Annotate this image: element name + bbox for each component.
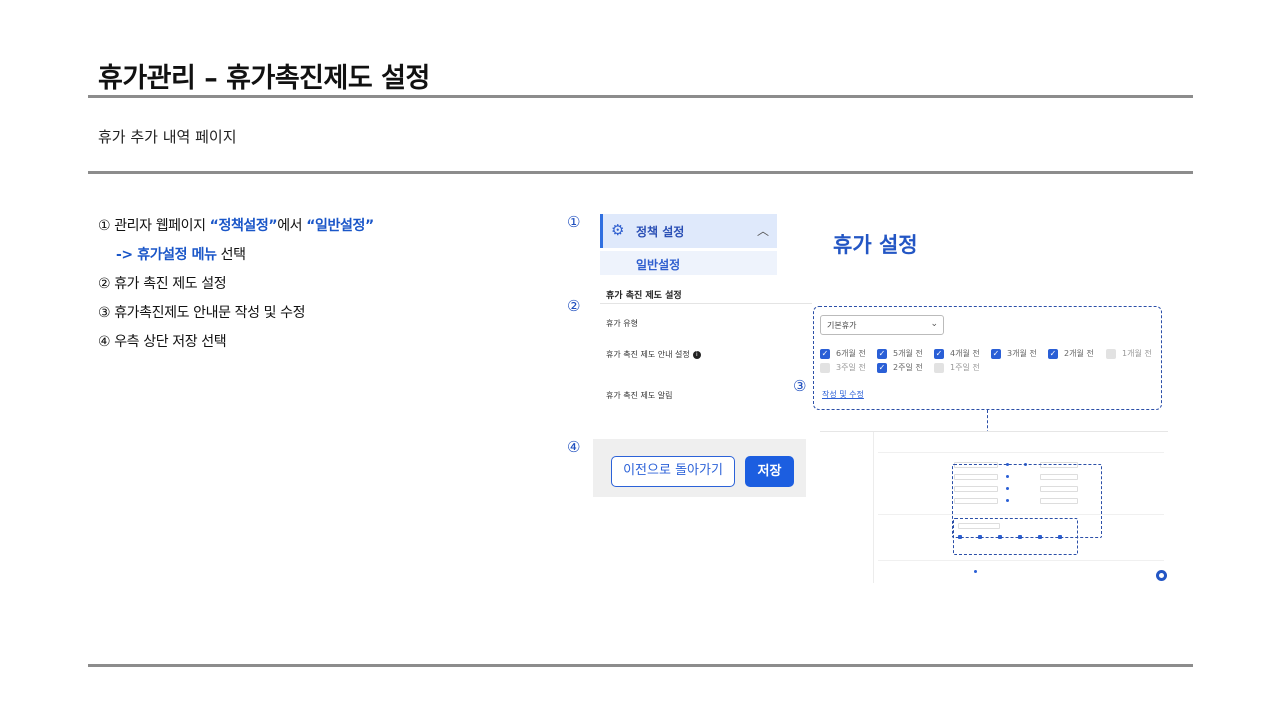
guide-setting-text: 휴가 촉진 제도 안내 설정 [606,350,690,359]
page-title: 휴가관리 – 휴가촉진제도 설정 [98,63,430,94]
notice-checkbox-label: 4개월 전 [950,349,980,358]
divider-top [88,95,1193,98]
notice-checkbox[interactable]: ✓ 3개월 전 [991,348,1037,359]
checkbox-unchecked-icon [1106,348,1116,359]
info-icon[interactable]: i [692,350,701,359]
menu-general-settings[interactable]: 일반설정 [600,251,777,275]
divider-bottom [88,664,1193,667]
leave-type-label: 휴가 유형 [606,319,638,328]
notice-checkbox-label: 2개월 전 [1064,349,1094,358]
notice-checkbox[interactable]: ✓ 2개월 전 [1048,348,1094,359]
step-3: ③ 휴가촉진제도 안내문 작성 및 수정 [98,305,306,321]
guide-setting-label: 휴가 촉진 제도 안내 설정 i [606,349,701,360]
section-divider [600,303,812,304]
checkbox-checked-icon: ✓ [1048,348,1058,359]
divider-middle [88,171,1193,174]
step-1-policy: “정책설정” [209,218,278,234]
mini-divider [878,452,1164,453]
notice-checkbox-label: 5개월 전 [893,349,923,358]
chevron-down-icon: ⌄ [930,319,938,329]
menu-policy-label: 정책 설정 [636,225,685,239]
mini-highlight-box [953,518,1078,555]
notice-checkbox[interactable]: 1개월 전 [1106,348,1152,359]
step-4: ④ 우측 상단 저장 선택 [98,334,227,350]
step-1-menu: -> 휴가설정 메뉴 [116,247,217,263]
checkbox-checked-icon: ✓ [991,348,1001,359]
step-1-general: “일반설정” [306,218,374,234]
mini-page-preview [820,431,1168,583]
step-1-prefix: ① 관리자 웹페이지 [98,218,210,234]
step-1: ① 관리자 웹페이지 “정책설정”에서 “일반설정” [98,212,374,241]
checkbox-unchecked-icon [934,362,944,373]
notice-checkbox[interactable]: 1주일 전 [934,362,980,373]
notice-checkbox-label: 3주일 전 [836,363,866,372]
page-subtitle: 휴가 추가 내역 페이지 [98,128,237,146]
menu-general-label: 일반설정 [636,258,681,272]
notice-checkbox[interactable]: ✓ 6개월 전 [820,348,866,359]
leave-type-select[interactable]: 기본휴가 ⌄ [820,315,944,335]
notice-label: 휴가 촉진 제도 알림 [606,391,673,400]
marker-2: ② [567,297,581,315]
mini-sidebar [820,432,874,583]
mini-radio [974,570,977,573]
panel-title: 휴가 설정 [833,233,918,257]
step-1-suffix: 선택 [216,247,246,263]
chat-icon[interactable] [1156,570,1167,581]
section-title: 휴가 촉진 제도 설정 [606,291,682,301]
notice-checkbox[interactable]: ✓ 2주일 전 [877,362,923,373]
step-2: ② 휴가 촉진 제도 설정 [98,276,227,292]
marker-3: ③ [793,377,807,395]
back-button[interactable]: 이전으로 돌아가기 [611,456,735,487]
checkbox-unchecked-icon [820,362,830,373]
checkbox-checked-icon: ✓ [877,362,887,373]
checkbox-checked-icon: ✓ [820,348,830,359]
marker-4: ④ [567,438,581,456]
notice-checkbox[interactable]: 3주일 전 [820,362,866,373]
notice-checkbox-label: 3개월 전 [1007,349,1037,358]
step-1-mid: 에서 [277,218,307,234]
chevron-up-icon: ︿ [756,224,769,238]
step-1-sub: -> 휴가설정 메뉴 선택 [98,241,374,270]
instruction-list: ① 관리자 웹페이지 “정책설정”에서 “일반설정” -> 휴가설정 메뉴 선택… [98,212,374,357]
menu-policy-settings[interactable]: ⚙ 정책 설정 ︿ [600,214,777,248]
save-button[interactable]: 저장 [745,456,794,487]
notice-checkbox[interactable]: ✓ 4개월 전 [934,348,980,359]
marker-1: ① [567,213,581,231]
checkbox-checked-icon: ✓ [877,348,887,359]
leave-type-value: 기본휴가 [827,321,857,330]
checkbox-checked-icon: ✓ [934,348,944,359]
notice-checkbox-label: 2주일 전 [893,363,923,372]
notice-checkbox[interactable]: ✓ 5개월 전 [877,348,923,359]
gear-icon: ⚙ [611,221,625,239]
notice-checkbox-label: 1개월 전 [1122,349,1152,358]
notice-checkbox-label: 1주일 전 [950,363,980,372]
notice-checkbox-label: 6개월 전 [836,349,866,358]
edit-guide-link[interactable]: 작성 및 수정 [822,389,864,400]
mini-divider [878,560,1164,561]
